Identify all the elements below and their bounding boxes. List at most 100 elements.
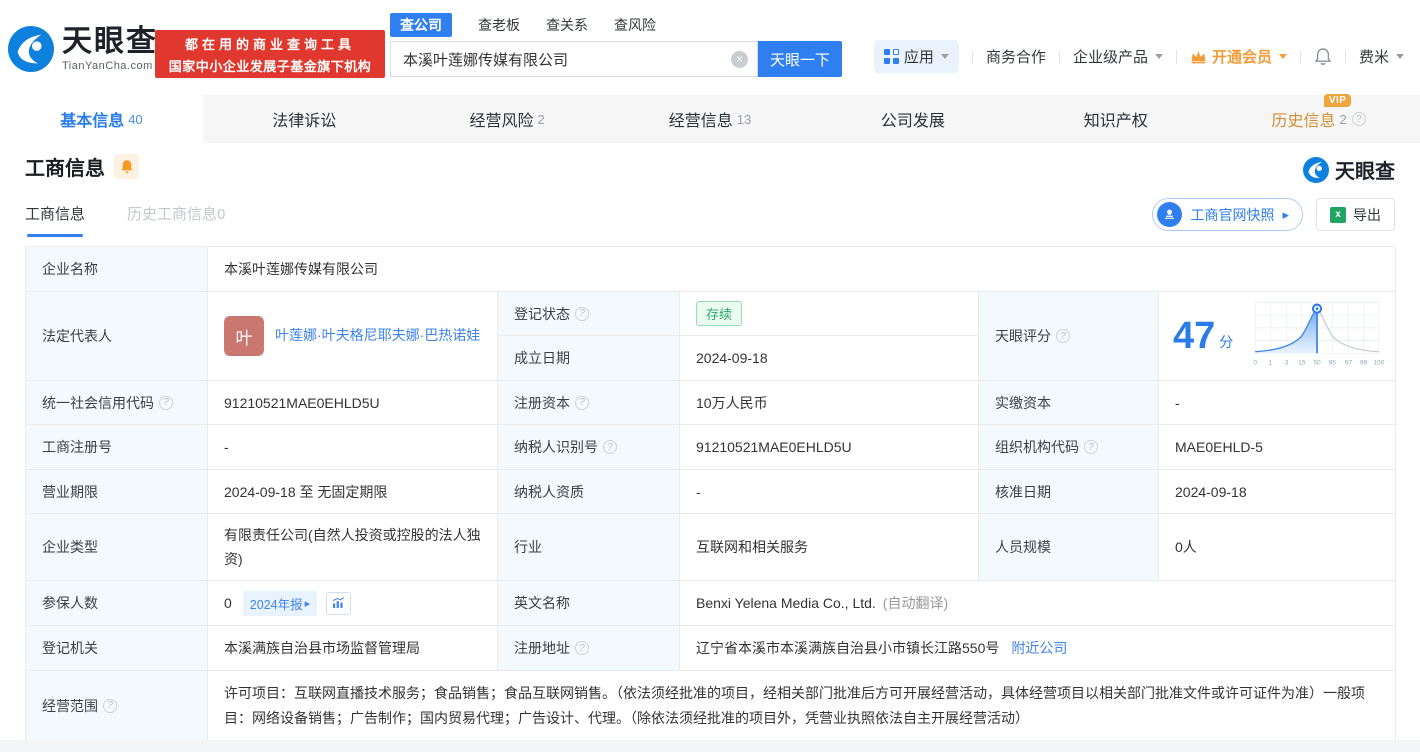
tab-operation-info[interactable]: 经营信息 13 (609, 95, 812, 143)
user-menu[interactable]: 费米 (1359, 46, 1404, 67)
subscribe-bell-icon[interactable] (114, 154, 139, 179)
svg-text:100: 100 (1373, 359, 1384, 366)
value-text: 许可项目：互联网直播技术服务；食品销售；食品互联网销售。（依法须经批准的项目，经… (224, 685, 1365, 726)
field-label-industry: 行业 (498, 514, 680, 581)
search-tab-boss[interactable]: 查老板 (478, 15, 520, 35)
value-text: 本溪满族自治县市场监督管理局 (224, 640, 420, 656)
section-header: 工商信息 (25, 152, 139, 181)
help-icon (575, 306, 589, 321)
tianyancha-logo[interactable]: 天眼查 TianYanCha.com (8, 26, 158, 72)
label-text: 人员规模 (995, 539, 1051, 555)
company-name: 本溪叶莲娜传媒有限公司 (224, 261, 378, 277)
score-distribution-chart: 0 1 3 15 50 85 97 99 100 (1253, 302, 1385, 366)
banner-line2: 国家中小企业发展子基金旗下机构 (168, 58, 372, 74)
field-value-reg-number: - (208, 425, 498, 470)
legal-rep-name-link[interactable]: 叶莲娜·叶夫格尼耶夫娜·巴热诺娃 (275, 325, 481, 347)
tab-label: 历史信息 (1271, 113, 1336, 130)
help-icon (1056, 329, 1070, 343)
auto-translate-note: (自动翻译) (882, 595, 949, 611)
apps-menu[interactable]: 应用 (873, 40, 959, 73)
svg-text:99: 99 (1360, 359, 1368, 366)
page-bottom-strip (0, 740, 1420, 752)
tab-label: 公司发展 (880, 113, 945, 130)
field-value-reg-status: 存续 (680, 292, 979, 336)
field-value-business-term: 2024-09-18 至 无固定期限 (208, 470, 498, 514)
value-text: 辽宁省本溪市本溪满族自治县小市镇长江路550号 (696, 640, 1000, 656)
search-tab-relation[interactable]: 查关系 (546, 15, 588, 35)
value-text: Benxi Yelena Media Co., Ltd. (696, 595, 876, 611)
label-text: 营业期限 (42, 483, 98, 500)
tianyancha-logo-icon (8, 26, 54, 72)
field-value-reg-capital: 10万人民币 (680, 381, 979, 425)
banner-line1: 都在用的商业查询工具 (184, 36, 355, 52)
nav-business-cooperation[interactable]: 商务合作 (986, 46, 1046, 67)
field-label-paid-capital: 实缴资本 (979, 381, 1159, 425)
vip-menu-label: 开通会员 (1211, 49, 1272, 66)
subtab-business-info[interactable]: 工商信息 (25, 203, 85, 237)
search-input[interactable] (391, 50, 757, 68)
nav-enterprise-products[interactable]: 企业级产品 (1073, 46, 1163, 67)
field-label-company-name: 企业名称 (26, 247, 208, 292)
nav-divider (971, 49, 973, 64)
help-icon (603, 440, 617, 454)
field-label-insured-count: 参保人数 (26, 581, 208, 626)
help-icon (1351, 112, 1366, 126)
field-label-reg-authority: 登记机关 (26, 626, 208, 671)
value-text: - (224, 439, 229, 455)
tab-legal-proceedings[interactable]: 法律诉讼 (203, 95, 406, 143)
brand-domain: TianYanCha.com (62, 59, 153, 72)
tab-operation-risk[interactable]: 经营风险 2 (406, 95, 609, 143)
search-button[interactable]: 天眼一下 (758, 41, 842, 77)
label-text: 参保人数 (42, 595, 98, 611)
nav-business-label: 商务合作 (985, 49, 1046, 66)
insured-trend-chart-icon[interactable] (326, 591, 352, 615)
search-area: 查公司 查老板 查关系 查风险 天眼一下 (390, 12, 842, 77)
tab-count: 2 (537, 111, 545, 127)
search-tab-risk[interactable]: 查风险 (614, 15, 656, 35)
tab-history-info[interactable]: 历史信息 VIP 2 (1217, 94, 1420, 143)
official-snapshot-button[interactable]: 工商官网快照 (1152, 198, 1303, 231)
annual-report-badge[interactable]: 2024年报 (242, 590, 318, 616)
score-value: 47 (1173, 315, 1216, 357)
help-icon (575, 641, 589, 655)
score-unit: 分 (1219, 334, 1234, 350)
tab-intellectual-property[interactable]: 知识产权 (1014, 95, 1217, 143)
subtab-history-business-info[interactable]: 历史工商信息0 (127, 203, 225, 237)
value-text: 互联网和相关服务 (696, 539, 808, 555)
field-value-reg-address: 辽宁省本溪市本溪满族自治县小市镇长江路550号 附近公司 (680, 626, 1396, 671)
field-value-english-name: Benxi Yelena Media Co., Ltd. (自动翻译) (680, 581, 1396, 626)
help-icon (103, 698, 117, 713)
help-icon (575, 395, 589, 410)
tab-label: 经营风险 (469, 113, 534, 130)
arrow-right-icon (1282, 206, 1289, 223)
tab-basic-info[interactable]: 基本信息 40 (0, 95, 203, 143)
tianyancha-logo-icon (1303, 156, 1329, 183)
vip-menu[interactable]: 开通会员 (1190, 46, 1287, 67)
tab-company-development[interactable]: 公司发展 (811, 95, 1014, 143)
search-tab-company[interactable]: 查公司 (390, 12, 452, 37)
chevron-down-icon (1278, 54, 1287, 59)
field-label-org-code: 组织机构代码 (979, 425, 1159, 470)
field-label-legal-rep: 法定代表人 (26, 292, 208, 381)
clear-search-icon[interactable] (731, 50, 748, 68)
label-text: 天眼评分 (995, 328, 1051, 344)
field-value-score: 47 分 0 1 3 15 50 85 97 99 100 (1159, 292, 1396, 381)
field-value-industry: 互联网和相关服务 (680, 514, 979, 581)
watermark-logo: 天眼查 (1303, 155, 1395, 184)
excel-icon (1330, 206, 1346, 223)
export-button[interactable]: 导出 (1316, 198, 1395, 231)
brand-name: 天眼查 (62, 24, 158, 58)
main-tabbar: 基本信息 40 法律诉讼 经营风险 2 经营信息 13 公司发展 知识产权 历史… (0, 94, 1420, 143)
nearby-companies-link[interactable]: 附近公司 (1011, 638, 1067, 658)
field-label-reg-number: 工商注册号 (26, 425, 208, 470)
nav-divider (1344, 49, 1346, 64)
search-tabs: 查公司 查老板 查关系 查风险 (390, 12, 842, 37)
label-text: 成立日期 (514, 350, 570, 366)
field-value-paid-capital: - (1159, 381, 1396, 425)
value-text: 2024-09-18 (1175, 483, 1247, 500)
search-box (390, 41, 758, 77)
notification-bell-icon[interactable] (1314, 47, 1332, 66)
business-info-table: 企业名称 本溪叶莲娜传媒有限公司 法定代表人 叶 叶莲娜·叶夫格尼耶夫娜·巴热诺… (25, 246, 1396, 741)
field-label-score: 天眼评分 (979, 292, 1159, 381)
legal-rep-avatar[interactable]: 叶 (224, 316, 264, 356)
